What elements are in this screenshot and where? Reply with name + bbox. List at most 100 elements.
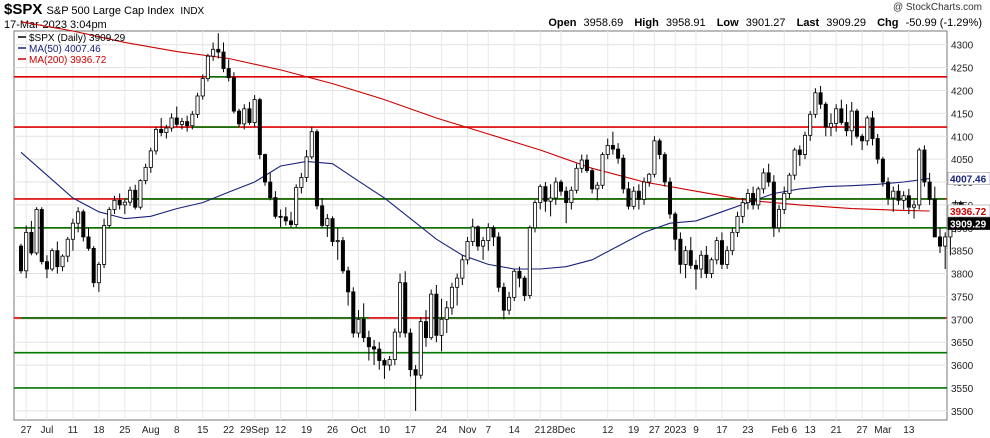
candle-body-up bbox=[507, 296, 512, 311]
x-tick-label: 27 bbox=[857, 425, 869, 436]
candle-body-down bbox=[719, 240, 724, 265]
candle-body-down bbox=[185, 121, 190, 127]
candle bbox=[398, 273, 403, 338]
candle-body-up bbox=[865, 117, 870, 142]
candle-body-down bbox=[278, 215, 283, 218]
candle-body-down bbox=[584, 159, 589, 171]
candle-body-up bbox=[553, 181, 558, 199]
candle-body-up bbox=[143, 166, 148, 182]
candle-body-down bbox=[237, 110, 242, 125]
candle bbox=[81, 209, 86, 242]
candle bbox=[429, 289, 434, 340]
y-tick-label: 3600 bbox=[951, 361, 974, 372]
candle-body-up bbox=[834, 108, 839, 124]
x-tick-label: 8 bbox=[174, 425, 180, 436]
candle bbox=[294, 184, 299, 228]
candle-body-down bbox=[231, 77, 236, 112]
candle bbox=[865, 115, 870, 146]
candle-body-up bbox=[294, 187, 299, 225]
candle-body-up bbox=[112, 199, 117, 210]
candle-body-up bbox=[190, 113, 195, 127]
x-tick-label: 11 bbox=[68, 425, 79, 436]
candle bbox=[662, 152, 667, 187]
candle-body-up bbox=[418, 321, 423, 376]
candle-body-up bbox=[76, 211, 81, 224]
candle bbox=[533, 200, 538, 233]
price-chart: 3500355036003650370037503800385039003950… bbox=[13, 21, 990, 436]
candle-body-down bbox=[932, 199, 937, 238]
candle-body-up bbox=[808, 113, 813, 136]
candle-body-up bbox=[699, 254, 704, 270]
candle-body-down bbox=[797, 149, 802, 155]
candle-body-up bbox=[387, 359, 392, 366]
x-tick-label: 22 bbox=[223, 425, 235, 436]
candle-body-down bbox=[937, 236, 943, 247]
candle-body-up bbox=[802, 134, 808, 155]
candle-body-up bbox=[24, 231, 29, 272]
candle bbox=[107, 207, 112, 228]
candle-body-down bbox=[896, 190, 901, 201]
candle bbox=[408, 328, 413, 377]
x-tick-label: 10 bbox=[379, 425, 391, 436]
candle bbox=[392, 328, 397, 366]
candle-body-down bbox=[662, 154, 667, 183]
candle-body-up bbox=[128, 189, 133, 203]
candle-body-up bbox=[683, 250, 688, 265]
candle bbox=[771, 175, 776, 237]
candle-body-up bbox=[304, 156, 309, 178]
candle bbox=[138, 179, 143, 210]
candle-body-up bbox=[912, 204, 917, 208]
candle bbox=[263, 153, 268, 186]
x-tick-label: 2023 bbox=[664, 425, 687, 436]
candle-body-up bbox=[735, 215, 740, 233]
candle-body-up bbox=[164, 127, 169, 133]
candle-body-up bbox=[849, 110, 854, 132]
candle-body-down bbox=[766, 172, 771, 183]
candle-body-up bbox=[148, 150, 153, 168]
x-tick-label: 19 bbox=[628, 425, 640, 436]
plot-area bbox=[13, 30, 948, 421]
y-tick-label: 4100 bbox=[951, 132, 974, 143]
candle-body-up bbox=[50, 250, 55, 270]
candle bbox=[205, 53, 210, 82]
candle bbox=[200, 74, 205, 100]
price-tag: 3936.72 bbox=[947, 204, 990, 218]
candle-body-down bbox=[673, 213, 678, 240]
legend-entry: $SPX (Daily) 3909.29 bbox=[29, 33, 126, 44]
candle bbox=[330, 216, 335, 247]
candle-body-up bbox=[756, 188, 761, 206]
candle-body-up bbox=[460, 259, 465, 279]
candle-body-up bbox=[34, 209, 39, 254]
candle bbox=[875, 133, 880, 164]
candle-body-down bbox=[263, 154, 268, 183]
legend-entry: MA(50) 4007.46 bbox=[29, 44, 101, 55]
candle-body-down bbox=[434, 293, 439, 336]
price-tag-text: 3909.29 bbox=[950, 220, 987, 231]
candle-body-up bbox=[392, 331, 397, 360]
candle-body-up bbox=[891, 190, 896, 199]
candle-body-down bbox=[413, 369, 418, 376]
candle-body-down bbox=[475, 226, 480, 247]
legend-entry: MA(200) 3936.72 bbox=[29, 55, 107, 66]
candle bbox=[351, 287, 356, 338]
candle bbox=[257, 97, 262, 160]
candle-body-down bbox=[403, 282, 408, 334]
y-tick-label: 4300 bbox=[951, 41, 974, 52]
candle-body-up bbox=[439, 318, 444, 336]
candle-body-up bbox=[512, 270, 517, 298]
candle-body-down bbox=[688, 250, 693, 266]
candle bbox=[314, 129, 319, 210]
candle bbox=[574, 163, 579, 194]
candle-body-up bbox=[901, 195, 906, 201]
candle-body-down bbox=[906, 195, 911, 208]
candle-body-up bbox=[777, 209, 782, 229]
candle bbox=[91, 246, 96, 288]
candle-body-down bbox=[283, 216, 288, 222]
x-tick-label: 19 bbox=[301, 425, 313, 436]
x-tick-label: 26 bbox=[327, 425, 339, 436]
candle-body-up bbox=[730, 231, 735, 252]
y-tick-label: 4150 bbox=[951, 109, 974, 120]
price-tag: 4007.46 bbox=[947, 172, 990, 186]
candle bbox=[153, 127, 159, 155]
candle-body-down bbox=[636, 190, 641, 200]
